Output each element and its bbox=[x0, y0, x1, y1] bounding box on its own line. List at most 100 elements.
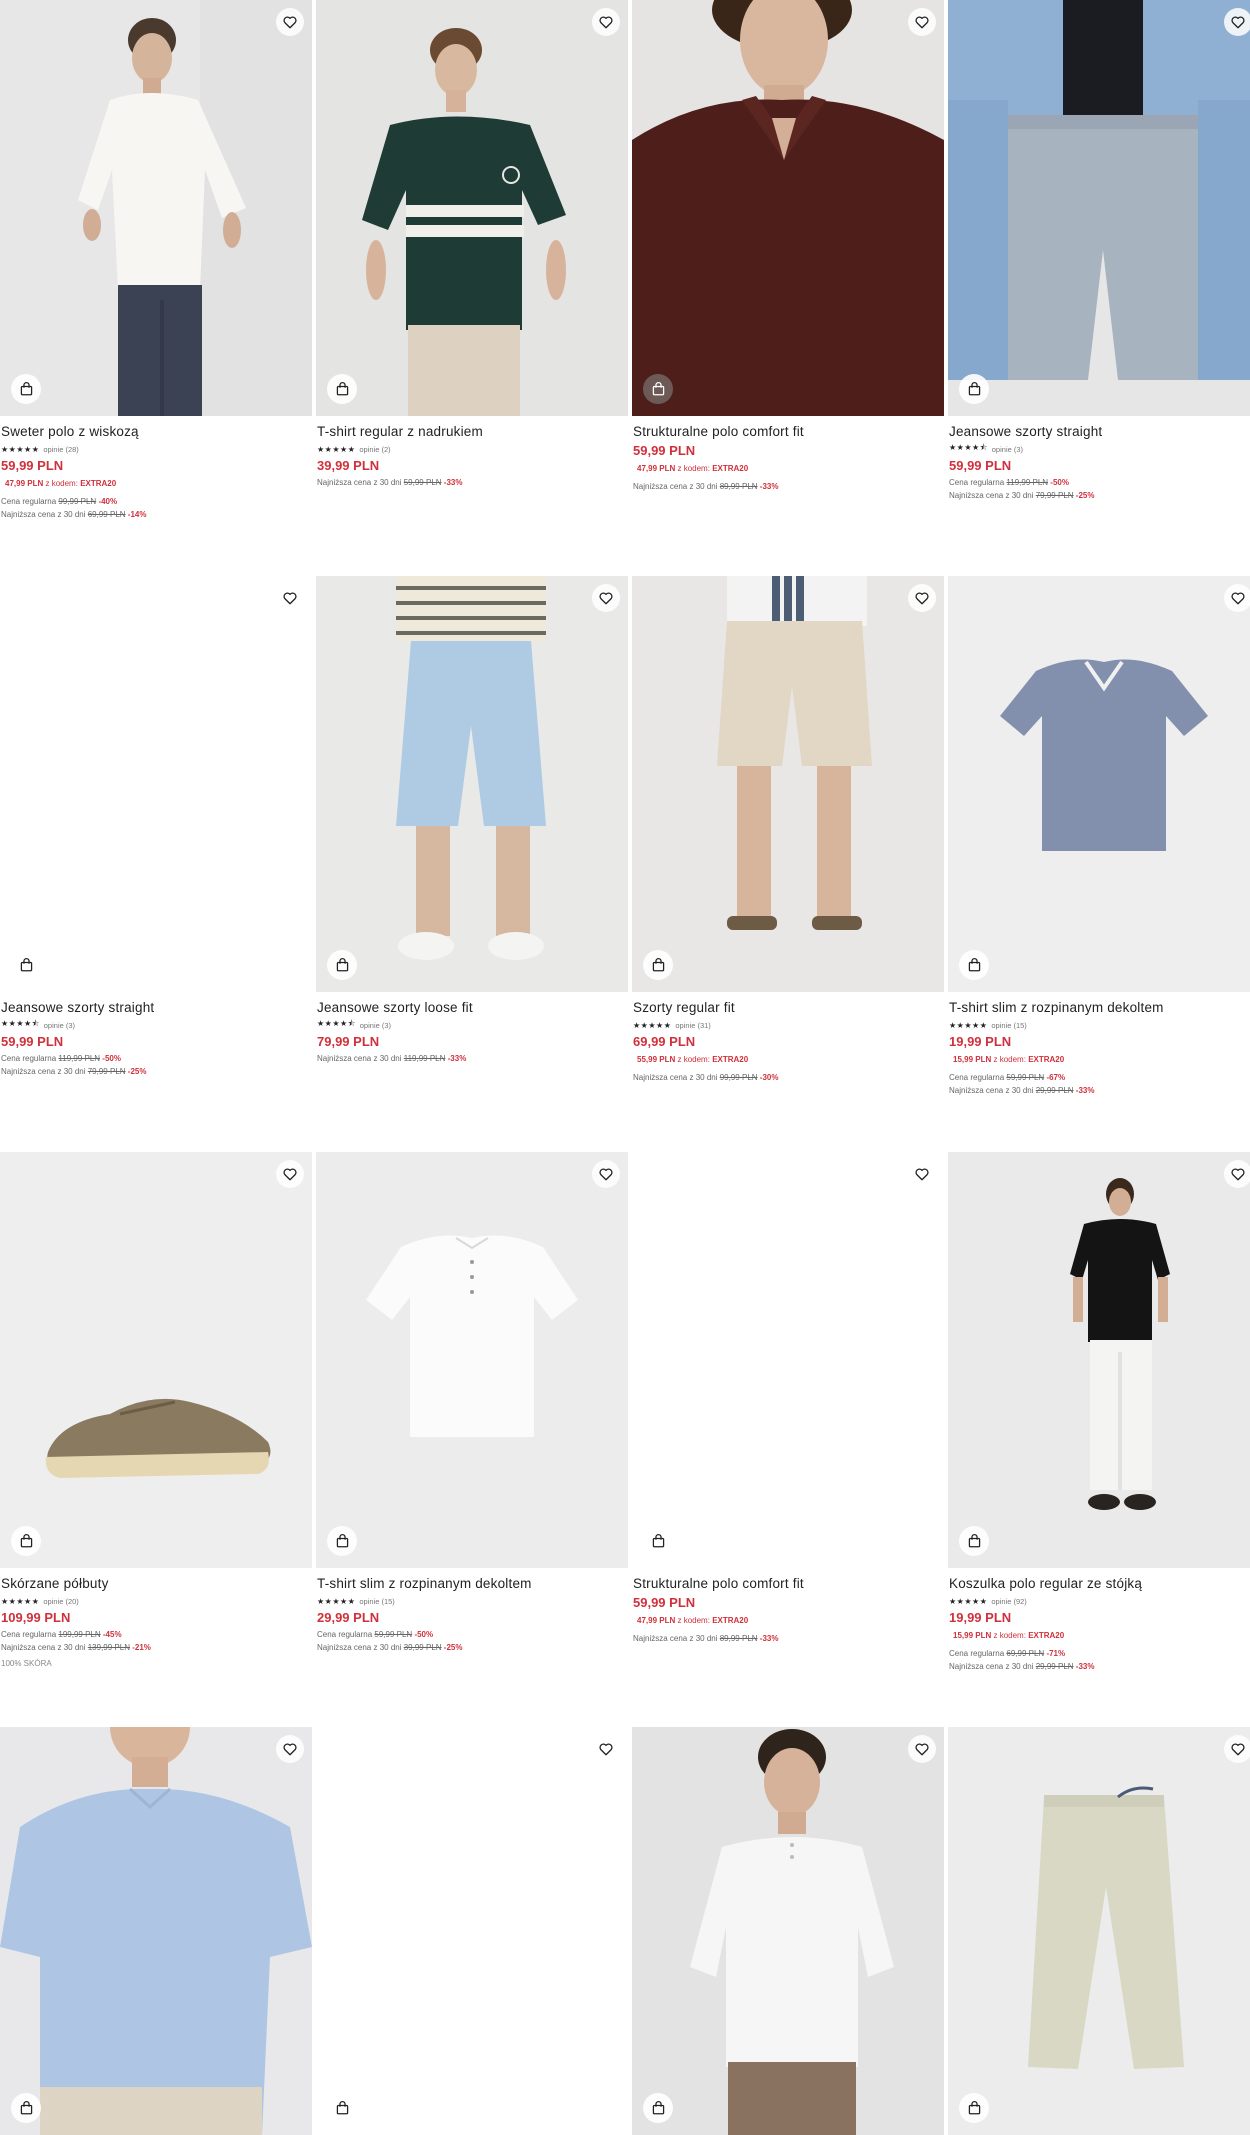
add-to-wishlist-button[interactable] bbox=[1224, 584, 1250, 612]
review-count[interactable]: opinie (20) bbox=[43, 1597, 78, 1606]
product-card[interactable] bbox=[316, 1727, 628, 2135]
product-card[interactable]: T-shirt regular z nadrukiem ★★★★★ opinie … bbox=[316, 0, 628, 489]
add-to-cart-button[interactable] bbox=[643, 950, 673, 980]
add-to-wishlist-button[interactable] bbox=[276, 584, 304, 612]
product-image[interactable] bbox=[0, 0, 312, 416]
add-to-wishlist-button[interactable] bbox=[592, 1735, 620, 1763]
review-count[interactable]: opinie (2) bbox=[359, 445, 390, 454]
add-to-cart-button[interactable] bbox=[643, 1526, 673, 1556]
product-card[interactable] bbox=[0, 1727, 312, 2135]
product-image[interactable] bbox=[948, 576, 1250, 992]
product-price: 59,99 PLN bbox=[1, 458, 64, 473]
add-to-cart-button[interactable] bbox=[959, 2093, 989, 2123]
product-card[interactable]: Koszulka polo regular ze stójką ★★★★★ opi… bbox=[948, 1152, 1250, 1673]
product-image[interactable] bbox=[632, 1152, 944, 1568]
product-image[interactable] bbox=[0, 1727, 312, 2135]
rating-stars: ★★★★★ bbox=[317, 444, 356, 454]
add-to-cart-button[interactable] bbox=[327, 2093, 357, 2123]
add-to-wishlist-button[interactable] bbox=[908, 584, 936, 612]
product-image[interactable] bbox=[316, 1152, 628, 1568]
review-count[interactable]: opinie (3) bbox=[44, 1021, 75, 1030]
add-to-cart-button[interactable] bbox=[11, 2093, 41, 2123]
product-price: 59,99 PLN bbox=[633, 443, 696, 458]
product-card[interactable]: Jeansowe szorty straight ★★★★⯪ opinie (3)… bbox=[0, 576, 312, 1078]
review-count[interactable]: opinie (3) bbox=[360, 1021, 391, 1030]
add-to-cart-button[interactable] bbox=[643, 2093, 673, 2123]
product-image[interactable] bbox=[316, 0, 628, 416]
product-name[interactable]: T-shirt slim z rozpinanym dekoltem bbox=[949, 1000, 1250, 1016]
add-to-cart-button[interactable] bbox=[327, 1526, 357, 1556]
product-image[interactable] bbox=[0, 1152, 312, 1568]
product-name[interactable]: Strukturalne polo comfort fit bbox=[633, 424, 942, 440]
product-card[interactable]: Strukturalne polo comfort fit 59,99 PLN … bbox=[632, 1152, 944, 1645]
add-to-cart-button[interactable] bbox=[959, 950, 989, 980]
product-image[interactable] bbox=[948, 1152, 1250, 1568]
add-to-wishlist-button[interactable] bbox=[1224, 8, 1250, 36]
review-count[interactable]: opinie (15) bbox=[359, 1597, 394, 1606]
add-to-cart-button[interactable] bbox=[11, 374, 41, 404]
review-count[interactable]: opinie (3) bbox=[992, 445, 1023, 454]
product-name[interactable]: Jeansowe szorty loose fit bbox=[317, 1000, 626, 1016]
product-card[interactable] bbox=[632, 1727, 944, 2135]
product-image[interactable] bbox=[316, 576, 628, 992]
product-image[interactable] bbox=[0, 576, 312, 992]
add-to-wishlist-button[interactable] bbox=[908, 1735, 936, 1763]
product-card[interactable]: Jeansowe szorty loose fit ★★★★⯪ opinie (3… bbox=[316, 576, 628, 1065]
add-to-cart-button[interactable] bbox=[959, 374, 989, 404]
product-card[interactable]: Sweter polo z wiskozą ★★★★★ opinie (28) 5… bbox=[0, 0, 312, 521]
product-card[interactable]: Jeansowe szorty straight ★★★★⯪ opinie (3)… bbox=[948, 0, 1250, 502]
white-henley-tshirt-photo bbox=[316, 1152, 628, 1568]
product-name[interactable]: T-shirt regular z nadrukiem bbox=[317, 424, 626, 440]
add-to-wishlist-button[interactable] bbox=[276, 1735, 304, 1763]
product-name[interactable]: Sweter polo z wiskozą bbox=[1, 424, 310, 440]
product-image[interactable] bbox=[632, 576, 944, 992]
review-count[interactable]: opinie (92) bbox=[991, 1597, 1026, 1606]
product-card[interactable]: T-shirt slim z rozpinanym dekoltem ★★★★★… bbox=[948, 576, 1250, 1097]
regular-price: Cena regularna 199,99 PLN -45% bbox=[1, 1630, 122, 1639]
promo-price: 15,99 PLN z kodem: EXTRA20 bbox=[953, 1055, 1065, 1064]
lowest-price: Najniższa cena z 30 dni 39,99 PLN -25% bbox=[317, 1643, 463, 1652]
heart-icon bbox=[915, 16, 929, 28]
product-card[interactable]: Szorty regular fit ★★★★★ opinie (31) 69,9… bbox=[632, 576, 944, 1084]
regular-price: Cena regularna 99,99 PLN -40% bbox=[1, 497, 118, 506]
product-name[interactable]: Jeansowe szorty straight bbox=[949, 424, 1250, 440]
add-to-cart-button[interactable] bbox=[327, 374, 357, 404]
add-to-wishlist-button[interactable] bbox=[1224, 1160, 1250, 1188]
review-count[interactable]: opinie (28) bbox=[43, 445, 78, 454]
add-to-wishlist-button[interactable] bbox=[592, 584, 620, 612]
review-count[interactable]: opinie (31) bbox=[675, 1021, 710, 1030]
add-to-cart-button[interactable] bbox=[959, 1526, 989, 1556]
rating: ★★★★★ opinie (2) bbox=[317, 443, 626, 455]
add-to-wishlist-button[interactable] bbox=[1224, 1735, 1250, 1763]
product-card[interactable]: Skórzane półbuty ★★★★★ opinie (20) 109,99… bbox=[0, 1152, 312, 1668]
heart-icon bbox=[915, 1168, 929, 1180]
add-to-cart-button[interactable] bbox=[327, 950, 357, 980]
add-to-cart-button[interactable] bbox=[11, 950, 41, 980]
review-count[interactable]: opinie (15) bbox=[991, 1021, 1026, 1030]
product-image[interactable] bbox=[632, 1727, 944, 2135]
product-card[interactable] bbox=[948, 1727, 1250, 2135]
add-to-wishlist-button[interactable] bbox=[276, 8, 304, 36]
product-name[interactable]: Strukturalne polo comfort fit bbox=[633, 1576, 942, 1592]
add-to-wishlist-button[interactable] bbox=[908, 8, 936, 36]
add-to-wishlist-button[interactable] bbox=[276, 1160, 304, 1188]
add-to-cart-button[interactable] bbox=[11, 1526, 41, 1556]
lowest-price: Najniższa cena z 30 dni 29,99 PLN -33% bbox=[949, 1662, 1095, 1671]
model-brown-polo-photo bbox=[632, 0, 944, 416]
product-image[interactable] bbox=[632, 0, 944, 416]
product-card[interactable]: Strukturalne polo comfort fit 59,99 PLN … bbox=[632, 0, 944, 493]
product-name[interactable]: Skórzane półbuty bbox=[1, 1576, 310, 1592]
add-to-cart-button[interactable] bbox=[643, 374, 673, 404]
add-to-wishlist-button[interactable] bbox=[908, 1160, 936, 1188]
add-to-wishlist-button[interactable] bbox=[592, 1160, 620, 1188]
product-image[interactable] bbox=[316, 1727, 628, 2135]
product-name[interactable]: Szorty regular fit bbox=[633, 1000, 942, 1016]
add-to-wishlist-button[interactable] bbox=[592, 8, 620, 36]
lowest-price: Najniższa cena z 30 dni 119,99 PLN -33% bbox=[317, 1054, 467, 1063]
product-image[interactable] bbox=[948, 0, 1250, 416]
product-name[interactable]: Jeansowe szorty straight bbox=[1, 1000, 310, 1016]
product-name[interactable]: Koszulka polo regular ze stójką bbox=[949, 1576, 1250, 1592]
product-image[interactable] bbox=[948, 1727, 1250, 2135]
product-name[interactable]: T-shirt slim z rozpinanym dekoltem bbox=[317, 1576, 626, 1592]
product-card[interactable]: T-shirt slim z rozpinanym dekoltem ★★★★★… bbox=[316, 1152, 628, 1654]
